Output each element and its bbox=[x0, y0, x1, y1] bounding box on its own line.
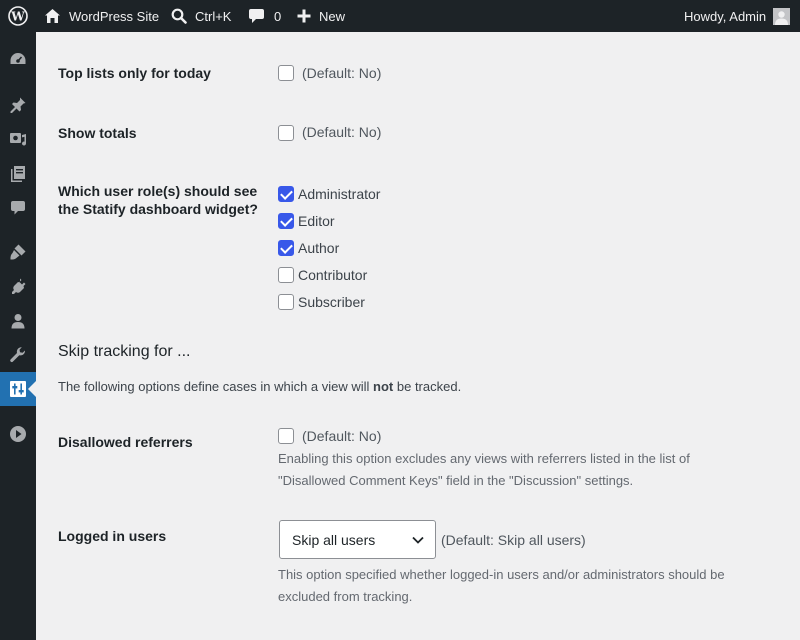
greeting: Howdy, Admin bbox=[684, 8, 767, 24]
role-subscriber-label[interactable]: Subscriber bbox=[298, 293, 365, 311]
logged-in-users-default: (Default: Skip all users) bbox=[441, 532, 586, 548]
top-lists-label: Top lists only for today bbox=[58, 65, 211, 81]
show-totals-label: Show totals bbox=[58, 125, 137, 141]
site-name-link[interactable]: WordPress Site bbox=[44, 0, 159, 32]
admin-bar: W WordPress Site Ctrl+K 0 New Howdy, Adm… bbox=[0, 0, 800, 32]
search-icon bbox=[171, 8, 187, 24]
role-editor-checkbox[interactable] bbox=[278, 213, 294, 229]
disallowed-referrers-label: Disallowed referrers bbox=[58, 434, 193, 450]
chevron-down-icon bbox=[411, 533, 425, 550]
skip-tracking-heading: Skip tracking for ... bbox=[58, 343, 191, 360]
role-editor-label[interactable]: Editor bbox=[298, 212, 335, 230]
disallowed-referrers-desc-line2: "Disallowed Comment Keys" field in the "… bbox=[278, 473, 634, 488]
skip-desc-after: be tracked. bbox=[393, 379, 462, 394]
role-administrator-checkbox[interactable] bbox=[278, 186, 294, 202]
disallowed-referrers-default: (Default: No) bbox=[302, 428, 382, 444]
dashboard-icon[interactable] bbox=[0, 43, 36, 77]
new-content-button[interactable]: New bbox=[297, 0, 345, 32]
search-shortcut: Ctrl+K bbox=[195, 8, 232, 24]
disallowed-referrers-desc-line1: Enabling this option excludes any views … bbox=[278, 451, 690, 466]
role-author-label[interactable]: Author bbox=[298, 239, 339, 257]
skip-desc-bold: not bbox=[373, 379, 394, 394]
command-palette-button[interactable]: Ctrl+K bbox=[171, 0, 231, 32]
settings-content: Top lists only for today (Default: No) S… bbox=[36, 32, 800, 640]
plugins-icon[interactable] bbox=[0, 269, 36, 303]
svg-text:W: W bbox=[10, 10, 25, 24]
top-lists-default: (Default: No) bbox=[302, 65, 382, 81]
users-icon[interactable] bbox=[0, 304, 36, 338]
top-lists-checkbox[interactable] bbox=[278, 65, 294, 81]
show-totals-checkbox[interactable] bbox=[278, 125, 294, 141]
pin-icon[interactable] bbox=[0, 88, 36, 122]
logged-in-users-label: Logged in users bbox=[58, 528, 167, 544]
new-label: New bbox=[319, 8, 346, 24]
my-account-link[interactable]: Howdy, Admin bbox=[684, 0, 791, 32]
comments-link[interactable]: 0 bbox=[248, 0, 281, 32]
collapse-icon[interactable] bbox=[0, 417, 36, 451]
skip-tracking-description: The following options define cases in wh… bbox=[58, 379, 461, 394]
logged-in-users-desc-line1: This option specified whether logged-in … bbox=[278, 567, 725, 582]
disallowed-referrers-checkbox[interactable] bbox=[278, 428, 294, 444]
logged-in-users-desc-line2: excluded from tracking. bbox=[278, 589, 413, 604]
role-subscriber-checkbox[interactable] bbox=[278, 294, 294, 310]
role-contributor-label[interactable]: Contributor bbox=[298, 266, 367, 284]
plus-icon bbox=[297, 9, 311, 23]
appearance-icon[interactable] bbox=[0, 235, 36, 269]
avatar bbox=[773, 7, 791, 25]
skip-desc-before: The following options define cases in wh… bbox=[58, 379, 374, 394]
logged-in-users-selected: Skip all users bbox=[292, 531, 376, 548]
tools-icon[interactable] bbox=[0, 338, 36, 372]
media-icon[interactable] bbox=[0, 122, 36, 156]
roles-label-line2: the Statify dashboard widget? bbox=[58, 201, 258, 217]
admin-menu bbox=[0, 32, 36, 640]
site-name: WordPress Site bbox=[69, 8, 160, 24]
role-contributor-checkbox[interactable] bbox=[278, 267, 294, 283]
role-author-checkbox[interactable] bbox=[278, 240, 294, 256]
comments-icon[interactable] bbox=[0, 191, 36, 225]
wordpress-logo-icon[interactable]: W bbox=[8, 0, 28, 32]
pages-icon[interactable] bbox=[0, 157, 36, 191]
comments-count: 0 bbox=[274, 8, 282, 24]
role-administrator-label[interactable]: Administrator bbox=[298, 185, 380, 203]
show-totals-default: (Default: No) bbox=[302, 124, 382, 140]
comment-bubble-icon bbox=[248, 8, 265, 24]
home-icon bbox=[44, 8, 61, 24]
logged-in-users-select[interactable]: Skip all users bbox=[279, 520, 436, 559]
settings-icon[interactable] bbox=[0, 372, 36, 406]
roles-label-line1: Which user role(s) should see bbox=[58, 183, 258, 199]
